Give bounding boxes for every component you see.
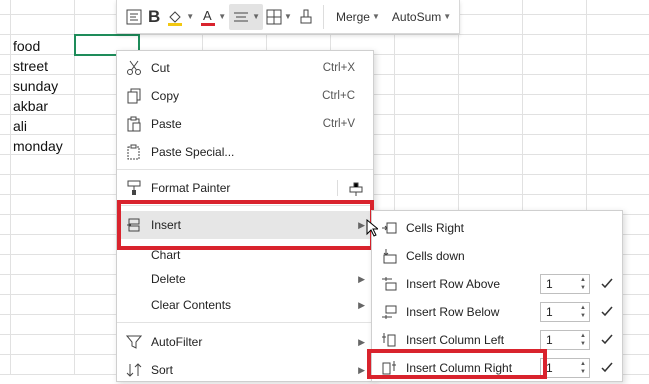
stepper-value: 1 [546,305,553,319]
paste-icon [123,113,145,135]
mouse-pointer-icon [366,219,378,237]
paste-special-icon [123,141,145,163]
cell-a6[interactable]: monday [13,136,63,156]
stepper-arrows-icon[interactable]: ▲ ▼ [580,276,586,292]
menu-item-label: Clear Contents [151,298,232,312]
confirm-check-icon[interactable] [600,361,614,375]
submenu-arrow-icon: ▶ [358,364,365,375]
merge-button[interactable]: Merge ▼ [330,10,386,24]
cells-right-icon [378,217,400,239]
submenu-arrow-icon: ▶ [358,299,365,310]
column-right-count-stepper[interactable]: 1 ▲ ▼ [540,358,590,378]
column-left-icon [378,329,400,351]
clear-format-icon[interactable] [295,4,317,30]
delete-icon [123,268,145,290]
sort-icon [123,359,145,381]
menu-item-label: Delete [151,272,186,286]
row-above-count-stepper[interactable]: 1 ▲ ▼ [540,274,590,294]
submenu-item-cells-down[interactable]: Cells down [372,242,622,270]
shortcut-text: Ctrl+X [322,62,355,74]
font-color-icon[interactable]: A ▼ [197,4,229,30]
stepper-value: 1 [546,277,553,291]
copy-icon [123,85,145,107]
menu-item-clear-contents[interactable]: Clear Contents ▶ [117,291,373,319]
cell-a5[interactable]: ali [13,116,63,136]
stepper-arrows-icon[interactable]: ▲ ▼ [580,360,586,376]
menu-item-format-painter[interactable]: Format Painter [117,174,373,202]
menu-item-copy[interactable]: Copy Ctrl+C [117,82,373,110]
cell-a4[interactable]: akbar [13,96,63,116]
text-wrap-icon[interactable] [123,4,145,30]
submenu-arrow-icon: ▶ [358,336,365,347]
stepper-arrows-icon[interactable]: ▲ ▼ [580,304,586,320]
column-left-count-stepper[interactable]: 1 ▲ ▼ [540,330,590,350]
menu-item-cut[interactable]: Cut Ctrl+X [117,54,373,82]
toolbar-divider [322,4,324,29]
cell-a1[interactable]: food [13,36,63,56]
submenu-arrow-icon: ▶ [358,273,365,284]
confirm-check-icon[interactable] [600,333,614,347]
shortcut-text: Ctrl+V [322,118,355,130]
paintbrush-icon [123,177,145,199]
submenu-item-insert-row-below[interactable]: Insert Row Below 1 ▲ ▼ [372,298,622,326]
menu-item-paste[interactable]: Paste Ctrl+V [117,110,373,138]
menu-item-label: Paste Special... [151,145,235,159]
autosum-label: AutoSum [391,9,442,24]
column-a-cells: food street sunday akbar ali monday [13,36,63,156]
row-below-count-stepper[interactable]: 1 ▲ ▼ [540,302,590,322]
format-painter-multi-icon[interactable] [347,179,365,200]
insert-highlight-box [117,200,374,250]
align-icon[interactable]: ▼ [229,3,264,30]
row-above-icon [378,273,400,295]
submenu-item-cells-right[interactable]: Cells Right [372,214,622,242]
menu-item-label: AutoFilter [151,335,203,349]
submenu-item-label: Insert Row Above [406,277,501,291]
menu-item-label: Copy [151,89,180,103]
menu-inline-divider [337,180,338,196]
stepper-value: 1 [546,333,553,347]
shortcut-text: Ctrl+C [322,90,355,102]
svg-text:A: A [203,8,212,23]
floating-format-toolbar: B ▼ A ▼ ▼ ▼ Merge ▼ AutoSum ▼ [116,0,460,34]
filter-icon [123,331,145,353]
fill-color-icon[interactable]: ▼ [163,4,197,30]
autosum-button[interactable]: AutoSum ▼ [386,10,457,24]
scissors-icon [123,57,145,79]
menu-item-label: Paste [151,117,182,131]
clear-icon [123,294,145,316]
menu-item-label: Cut [151,61,170,75]
menu-item-delete[interactable]: Delete ▶ [117,265,373,293]
cells-down-icon [378,245,400,267]
submenu-item-insert-row-above[interactable]: Insert Row Above 1 ▲ ▼ [372,270,622,298]
menu-item-autofilter[interactable]: AutoFilter ▶ [117,328,373,356]
submenu-item-label: Cells down [406,249,465,263]
confirm-check-icon[interactable] [600,305,614,319]
menu-item-sort[interactable]: Sort ▶ [117,356,373,384]
submenu-item-label: Insert Row Below [406,305,500,319]
menu-item-label: Chart [151,248,181,262]
menu-item-paste-special[interactable]: Paste Special... [117,138,373,166]
submenu-item-label: Insert Column Left [406,333,505,347]
stepper-arrows-icon[interactable]: ▲ ▼ [580,332,586,348]
menu-divider [117,322,373,323]
bold-icon[interactable]: B [145,4,163,30]
submenu-item-label: Cells Right [406,221,465,235]
merge-label: Merge [335,9,370,24]
menu-item-label: Format Painter [151,181,231,195]
cell-a3[interactable]: sunday [13,76,63,96]
cell-a2[interactable]: street [13,56,63,76]
row-below-icon [378,301,400,323]
confirm-check-icon[interactable] [600,277,614,291]
borders-icon[interactable]: ▼ [263,4,295,30]
menu-divider [117,169,373,170]
stepper-value: 1 [546,361,553,375]
